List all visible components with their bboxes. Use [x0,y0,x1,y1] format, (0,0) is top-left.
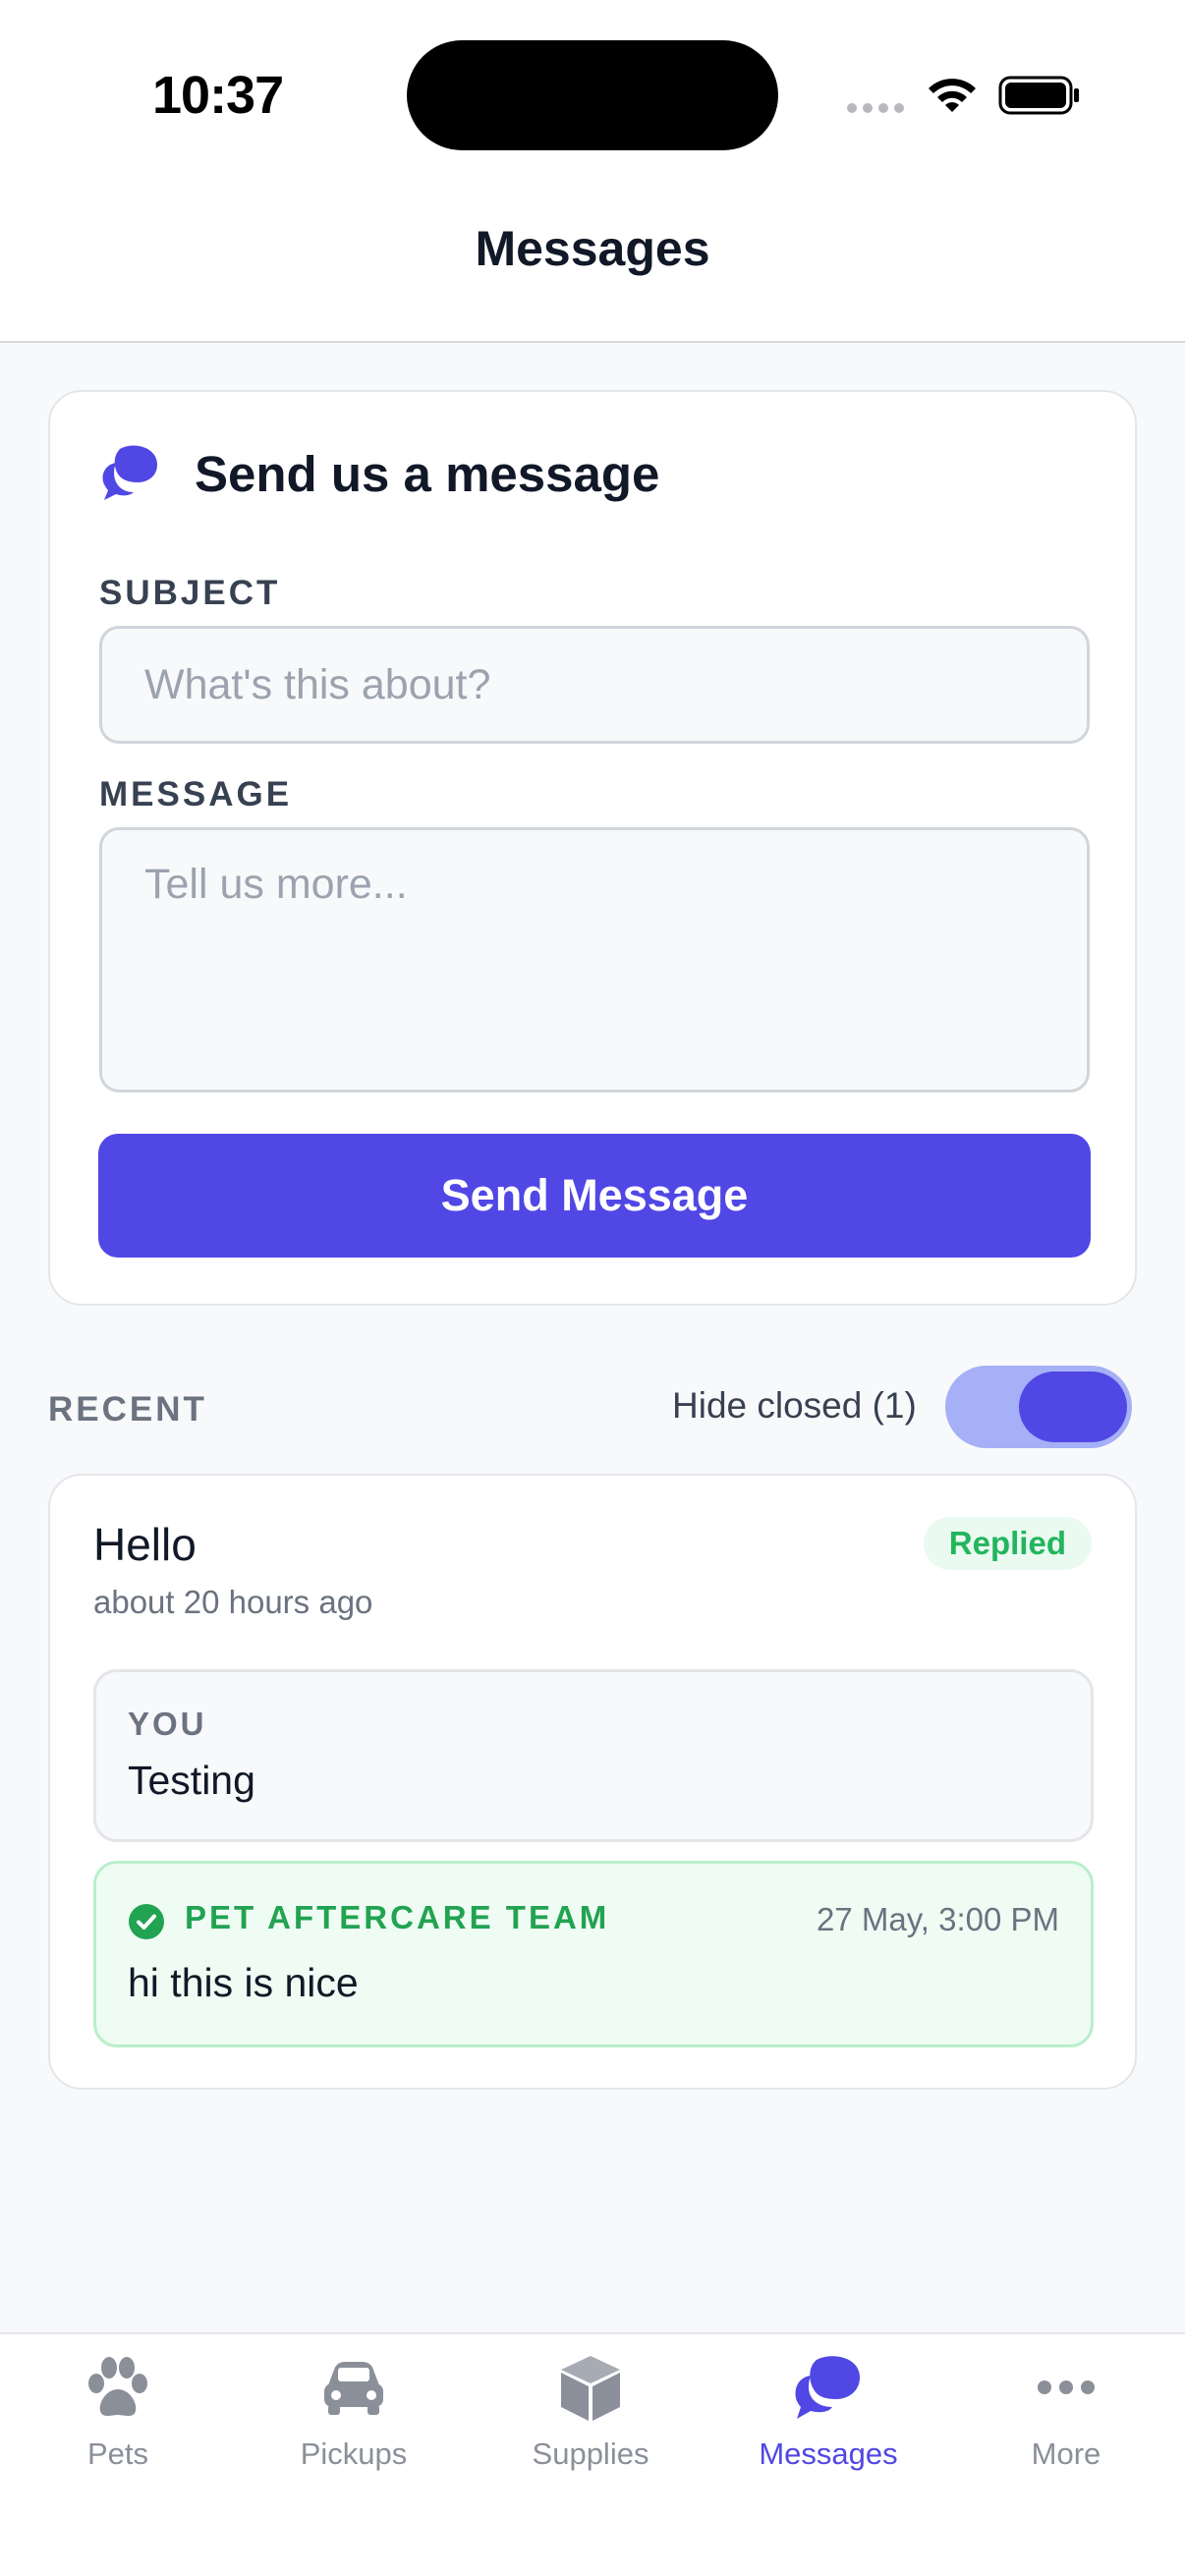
page-title: Messages [475,221,710,276]
subject-input[interactable] [99,626,1090,744]
compose-header: Send us a message [100,443,659,504]
check-circle-icon [129,1904,164,1939]
message-label: MESSAGE [99,775,293,813]
reply-author: PET AFTERCARE TEAM [185,1899,610,1935]
nav-header: Messages [0,187,1185,343]
tab-label: Pickups [300,2436,408,2471]
tab-supplies[interactable]: Supplies [473,2354,708,2472]
tab-label: Pets [86,2436,149,2471]
more-dots-icon [1038,2380,1095,2394]
tab-messages[interactable]: Messages [710,2354,946,2472]
car-icon [324,2362,383,2415]
message-author: YOU [128,1706,207,1742]
status-badge: Replied [923,1517,1092,1570]
team-reply-bubble: PET AFTERCARE TEAM 27 May, 3:00 PM hi th… [93,1861,1094,2047]
tab-label: Supplies [532,2436,649,2471]
reply-timestamp: 27 May, 3:00 PM [816,1901,1059,1937]
dynamic-island [407,40,778,150]
thread-timestamp: about 20 hours ago [93,1584,373,1620]
status-time: 10:37 [152,66,284,125]
tab-more[interactable]: More [948,2354,1184,2472]
compose-card: Send us a message SUBJECT MESSAGE Send M… [48,390,1137,1306]
cellular-signal-icon [847,103,904,113]
tab-bar: Pets Pickups Supplies Messages More [0,2332,1185,2576]
user-message-bubble: YOU Testing [93,1669,1094,1842]
wifi-icon [929,79,976,112]
status-bar: 10:37 [0,0,1185,187]
toggle-knob [1019,1372,1127,1442]
subject-label: SUBJECT [99,574,281,612]
battery-icon [998,76,1079,115]
tab-label: Messages [759,2436,898,2471]
hide-closed-toggle[interactable] [945,1366,1132,1448]
recent-section-label: RECENT [48,1390,207,1428]
chat-bubbles-icon [795,2356,860,2419]
hide-closed-label: Hide closed (1) [672,1385,917,1426]
tab-pickups[interactable]: Pickups [236,2354,472,2472]
compose-title: Send us a message [195,445,660,502]
message-text: Testing [128,1758,255,1803]
message-thread-card[interactable]: Hello about 20 hours ago Replied YOU Tes… [48,1474,1137,2090]
send-message-button[interactable]: Send Message [98,1134,1091,1258]
reply-text: hi this is nice [128,1960,359,2005]
tab-pets[interactable]: Pets [0,2354,236,2472]
message-textarea[interactable] [99,827,1090,1092]
box-icon [561,2356,620,2421]
thread-subject: Hello [93,1519,197,1570]
paw-icon [88,2357,147,2416]
tab-label: More [1031,2436,1101,2471]
chat-bubbles-icon [102,445,157,500]
